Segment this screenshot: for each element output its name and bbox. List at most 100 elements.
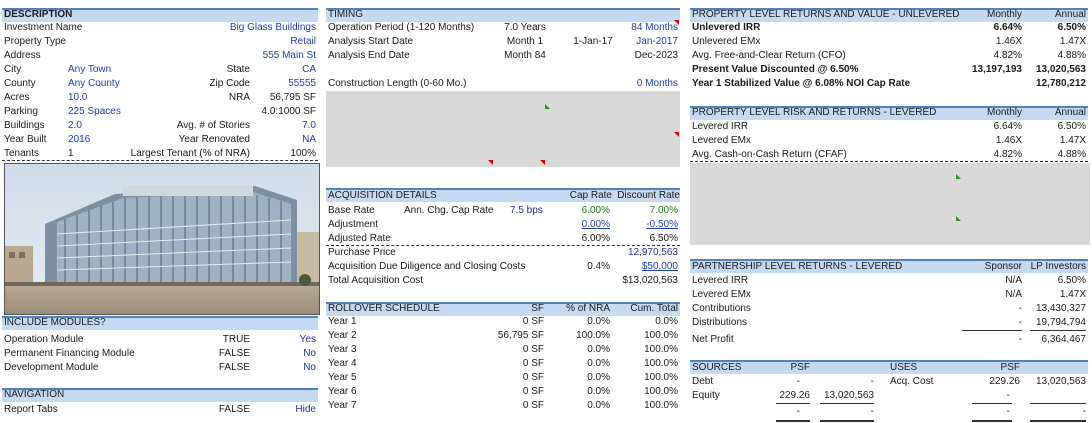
acq-cap[interactable]: 0.00% [548, 219, 610, 231]
rollover-cum: 0.0% [655, 316, 678, 327]
desc-value2[interactable]: 55555 [250, 78, 316, 90]
module-toggle[interactable]: No [270, 362, 316, 374]
col-cum-total: Cum. Total [630, 303, 678, 314]
desc-label: County [4, 78, 36, 89]
desc-value[interactable]: 225 Spaces [68, 106, 121, 118]
sources-uses-header [690, 360, 1088, 374]
pship-label: Net Profit [692, 334, 734, 345]
desc-label2: Avg. # of Stories [176, 120, 250, 131]
desc-label: Year Built [4, 134, 47, 145]
module-label: Development Module [4, 362, 99, 373]
desc-value[interactable]: 2016 [68, 134, 90, 146]
module-toggle[interactable]: No [270, 348, 316, 360]
pship-label: Distributions [692, 317, 748, 328]
timing-c1: Month 1 [506, 36, 544, 47]
timing-c1: 7.0 Years [504, 22, 546, 33]
rollover-year: Year 5 [328, 372, 357, 383]
rollover-sf: 0 SF [522, 344, 544, 355]
lev-label: Avg. Cash-on-Cash Return (CFAF) [692, 149, 847, 160]
unlev-annual: 1.47X [1059, 36, 1086, 47]
acq-disc[interactable]: -0.50% [608, 219, 678, 231]
module-label: Permanent Financing Module [4, 348, 135, 359]
rollover-sf: 0 SF [522, 386, 544, 397]
purchase-price[interactable]: 12,970,563 [580, 247, 678, 259]
sources-title: SOURCES [692, 362, 742, 373]
acq-label: Acquisition Due Diligence and Closing Co… [328, 261, 526, 272]
nav-toggle[interactable]: Hide [270, 404, 316, 416]
col-discount-rate: Discount Rate [617, 190, 680, 201]
rollover-cum: 100.0% [644, 358, 678, 369]
desc-value[interactable]: Retail [180, 36, 316, 48]
rollover-pct: 0.0% [587, 386, 610, 397]
desc-value[interactable]: Any County [68, 78, 120, 90]
rollover-sf: 0 SF [522, 372, 544, 383]
rollover-pct: 0.0% [587, 344, 610, 355]
desc-label: Address [4, 50, 41, 61]
modules-title: INCLUDE MODULES? [4, 317, 106, 328]
divider [326, 245, 680, 246]
sources-psf-col: PSF [790, 362, 810, 373]
timing-c3[interactable]: Jan-2017 [600, 36, 678, 48]
acq-sub-label: Ann. Chg. Cap Rate [404, 205, 494, 216]
desc-value[interactable]: 2.0 [68, 120, 82, 132]
acquisition-title: ACQUISITION DETAILS [328, 190, 437, 201]
desc-value[interactable]: Big Glass Buildings [180, 22, 316, 34]
acq-sub-value[interactable]: 7.5 bps [510, 205, 543, 217]
desc-value2[interactable]: CA [250, 64, 316, 76]
desc-value[interactable]: 555 Main St [180, 50, 316, 62]
desc-label: Tenants [4, 148, 40, 159]
spreadsheet: DESCRIPTION Investment Name Big Glass Bu… [0, 0, 1092, 423]
underline [820, 403, 874, 404]
module-flag: FALSE [218, 348, 250, 359]
rollover-cum: 100.0% [644, 400, 678, 411]
acq-cap: 6.00% [581, 233, 610, 244]
col-lp-investors: LP Investors [1030, 261, 1086, 272]
timing-label: Analysis End Date [328, 50, 410, 61]
rollover-year: Year 1 [328, 316, 357, 327]
comment-marker [956, 174, 961, 179]
rollover-cum: 100.0% [644, 344, 678, 355]
col-monthly: Monthly [986, 9, 1022, 20]
desc-label2: Largest Tenant (% of NRA) [130, 148, 250, 159]
divider [690, 161, 1088, 162]
desc-label: Buildings [4, 120, 45, 131]
rollover-cum: 100.0% [644, 386, 678, 397]
nav-label: Report Tabs [4, 404, 58, 415]
unlev-label: Avg. Free-and-Clear Return (CFO) [692, 50, 846, 61]
desc-value[interactable]: 10.0 [68, 92, 87, 104]
source-psf: - [796, 406, 800, 417]
module-toggle[interactable]: Yes [270, 334, 316, 346]
comment-marker [674, 20, 679, 25]
desc-value2[interactable]: 7.0 [250, 120, 316, 132]
source-amount: - [870, 406, 874, 417]
due-diligence-pct: 0.4% [587, 261, 610, 272]
desc-value2: 100% [290, 148, 316, 159]
rollover-year: Year 3 [328, 344, 357, 355]
description-title: DESCRIPTION [4, 9, 73, 20]
underline [1030, 330, 1086, 331]
underline [776, 420, 810, 422]
col-monthly: Monthly [986, 107, 1022, 118]
timing-c3[interactable]: 84 Months [600, 22, 678, 34]
module-flag: TRUE [222, 334, 250, 345]
partnership-title: PARTNERSHIP LEVEL RETURNS - LEVERED [692, 261, 903, 272]
acq-cap[interactable]: 6.00% [548, 205, 610, 217]
acq-label: Adjusted Rate [328, 233, 391, 244]
timing-label: Operation Period (1-120 Months) [328, 22, 475, 33]
timing-label: Analysis Start Date [328, 36, 414, 47]
col-sponsor: Sponsor [984, 261, 1022, 272]
acq-disc[interactable]: 7.00% [608, 205, 678, 217]
construction-value[interactable]: 0 Months [600, 78, 678, 90]
col-annual: Annual [1054, 9, 1086, 20]
desc-value[interactable]: Any Town [68, 64, 111, 76]
unlev-annual: 4.88% [1057, 50, 1086, 61]
rollover-year: Year 4 [328, 358, 357, 369]
acq-label: Base Rate [328, 205, 375, 216]
timing-c1: Month 84 [504, 50, 546, 61]
rollover-pct: 0.0% [587, 358, 610, 369]
desc-value2[interactable]: NA [250, 134, 316, 146]
due-diligence-value[interactable]: $50,000 [608, 261, 678, 273]
col-sf: SF [531, 303, 544, 314]
rollover-pct: 0.0% [587, 400, 610, 411]
lev-annual: 4.88% [1057, 149, 1086, 160]
